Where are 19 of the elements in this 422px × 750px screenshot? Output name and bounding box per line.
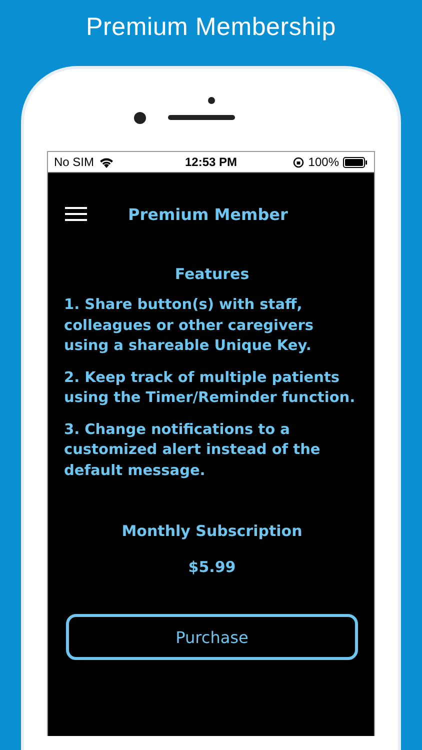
subscription-name: Monthly Subscription [120, 522, 304, 540]
wifi-icon [99, 156, 114, 168]
feature-text: 3. Change notifications to a customized alert instead of the default message. [64, 420, 322, 480]
status-time: 12:53 PM [184, 155, 238, 169]
battery-icon [343, 156, 368, 168]
purchase-button[interactable]: Purchase [66, 614, 358, 660]
camera-dot [134, 112, 146, 124]
nav-title: Premium Member [128, 204, 288, 224]
battery-percent: 100% [308, 155, 339, 169]
carrier-label: No SIM [54, 155, 94, 169]
features-heading: Features [174, 265, 250, 283]
page-headline: Premium Membership [86, 13, 336, 42]
speaker-slot [168, 115, 234, 120]
feature-text: 2. Keep track of multiple patients using the Timer/Reminder function. [64, 368, 356, 408]
subscription-price: $5.99 [187, 558, 237, 576]
menu-icon[interactable] [65, 206, 87, 222]
sensor-dot [208, 96, 215, 104]
rotation-lock-icon [293, 156, 304, 168]
feature-text: 1. Share button(s) with staff, colleagues or other caregivers using a shareable Unique Key. [64, 296, 315, 356]
